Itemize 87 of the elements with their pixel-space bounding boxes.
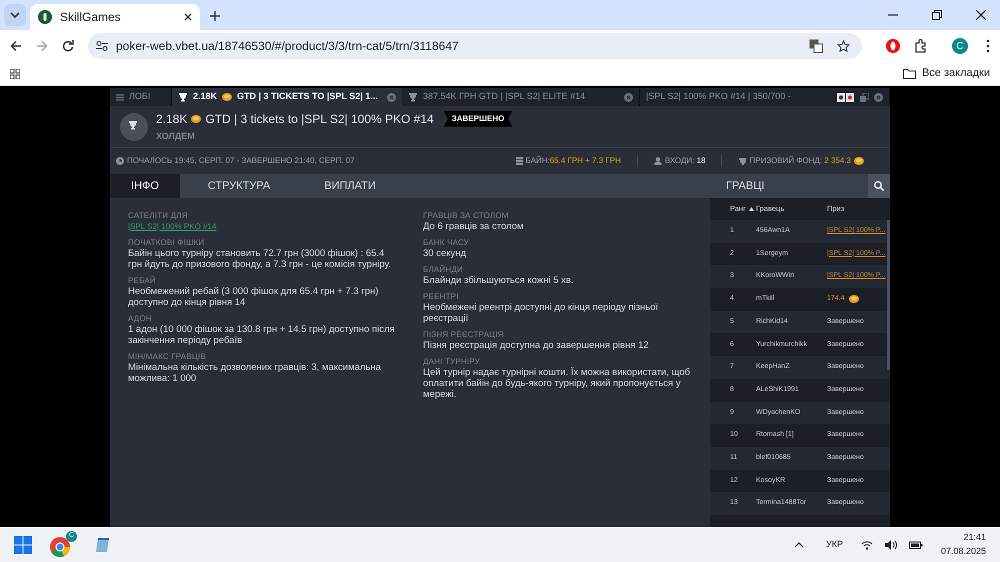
wifi-icon[interactable]: [860, 540, 873, 550]
buyin-text: БАЙН:65.4 ГРН + 7.3 ГРН: [526, 155, 621, 167]
info-label: ПІЗНЯ РЕЄСТРАЦІЯ: [423, 329, 505, 340]
chrome-icon: [50, 536, 70, 556]
info-value: Байін цього турніру становить 72.7 грн (3000 фішок) : 65.4 грн йдуть до призового фонду, а 7.3 грн - це комісія турніру.: [128, 248, 392, 270]
game-tab[interactable]: 2.18K GTD | 3 TICKETS TO |SPL S2| 1...: [172, 88, 402, 106]
language-indicator[interactable]: УКР: [826, 538, 843, 552]
trophy-icon: [178, 92, 188, 102]
info-label: САТЕЛІТИ ДЛЯ: [128, 210, 189, 221]
prize-amount: 2.18K: [156, 110, 188, 128]
opera-icon[interactable]: [886, 39, 900, 53]
prize-pool-text: ПРИЗОВИЙ ФОНД: 2 354.3: [749, 155, 851, 167]
info-value: 1 адон (10 000 фішок за 130.8 грн + 14.5 грн) доступно після закінчення періоду ребаїв: [128, 324, 396, 346]
section-tab[interactable]: ІНФО: [110, 174, 180, 198]
info-value: До 6 гравців за столом: [423, 221, 525, 232]
favicon-icon: [38, 10, 52, 24]
info-label: АДОН: [128, 313, 153, 324]
tournament-title: GTD | 3 tickets to |SPL S2| 100% PKO #14: [205, 110, 434, 128]
scrollbar-thumb[interactable]: [887, 220, 890, 370]
clock-icon: [116, 157, 124, 165]
search-button[interactable]: [868, 174, 890, 198]
profile-avatar[interactable]: C: [952, 38, 968, 54]
back-icon[interactable]: [10, 40, 22, 52]
chevron-down-icon: [10, 12, 20, 18]
game-type: ХОЛДЕМ: [156, 130, 196, 143]
info-label: ГРАВЦІВ ЗА СТОЛОМ: [423, 210, 510, 221]
game-tab[interactable]: 387.54K ГРН GTD | |SPL S2| ELITE #14: [402, 88, 640, 106]
game-tab[interactable]: |SPL S2| 100% PKO #14 | 350/700 -: [640, 88, 890, 106]
info-label: РЕБАЙ: [128, 275, 157, 286]
info-value: Необмежені реентрі доступні до кінця періоду пізньої реєстрації: [423, 302, 660, 324]
all-bookmarks-link[interactable]: Все закладки: [922, 65, 990, 82]
section-tab[interactable]: ВИПЛАТИ: [298, 174, 402, 198]
info-value: Мінімальна кількість дозволених гравців: 3, максимальна можлива: 1 000: [128, 362, 382, 384]
notepad-icon[interactable]: [95, 536, 111, 554]
info-value: 30 секунд: [423, 248, 468, 259]
folder-icon[interactable]: [902, 68, 916, 78]
star-icon[interactable]: [837, 40, 850, 52]
chip-icon: [222, 93, 232, 101]
satellite-link[interactable]: |SPL S2| 100% PKO #14: [128, 221, 216, 232]
extensions-icon[interactable]: [914, 39, 928, 53]
tab-search-button[interactable]: [4, 4, 26, 26]
info-label: БАНК ЧАСУ: [423, 237, 470, 248]
windows-icon[interactable]: [14, 536, 32, 554]
game-tab[interactable]: ЛОБІ: [110, 88, 172, 106]
address-bar[interactable]: poker-web.vbet.ua/18746530/#/product/3/3/trn-cat/5/trn/3118647: [88, 33, 862, 59]
trophy-icon: [738, 157, 746, 165]
section-tab[interactable]: СТРУКТУРА: [180, 174, 298, 198]
info-label: ДАНІ ТУРНІРУ: [423, 356, 481, 367]
info-label: МІН/МАКС ГРАВЦІВ: [128, 351, 207, 362]
chip-icon: [191, 114, 202, 123]
restore-icon[interactable]: [932, 10, 942, 20]
info-value: Блайнди збільшуються кожні 5 хв.: [423, 275, 575, 286]
site-settings-icon[interactable]: [96, 41, 108, 51]
user-icon: [654, 157, 662, 165]
chip-icon: [854, 157, 864, 165]
search-icon: [874, 181, 884, 191]
coins-icon: [516, 157, 523, 165]
players-heading: ГРАВЦІ: [725, 178, 766, 194]
sort-up-icon: [748, 207, 754, 211]
info-value: Необмежений ребай (3 000 фішок для 65.4 грн + 7.3 грн) доступно до кінця рівня 14: [128, 286, 380, 308]
cards-icon: [837, 92, 855, 102]
url-text: poker-web.vbet.ua/18746530/#/product/3/3/trn-cat/5/trn/3118647: [116, 38, 460, 55]
window-icon[interactable]: [860, 92, 869, 102]
chevron-up-icon[interactable]: [794, 542, 804, 548]
info-label: ПОЧАТКОВІ ФІШКИ: [128, 237, 206, 248]
clock[interactable]: 21:41 07.08.2025: [940, 531, 986, 558]
info-label: РЕЕНТРІ: [423, 291, 460, 302]
status-badge: ЗАВЕРШЕНО: [444, 110, 512, 127]
entries-text: ВХОДИ: 18: [664, 155, 706, 167]
list-icon: [116, 94, 124, 100]
browser-tab[interactable]: SkillGames: [30, 4, 200, 30]
close-icon[interactable]: [976, 10, 986, 20]
tab-title: SkillGames: [60, 9, 122, 26]
time-text: ПОЧАЛОСЬ 19:45, СЕРП. 07 - ЗАВЕРШЕНО 21:40, СЕРП. 07: [127, 155, 355, 167]
info-value: Пізня реєстрація доступна до завершення рівня 12: [423, 340, 650, 351]
apps-icon[interactable]: [10, 68, 20, 78]
volume-icon[interactable]: [884, 540, 897, 550]
battery-icon[interactable]: [908, 540, 923, 549]
close-icon[interactable]: [184, 13, 192, 21]
reload-icon[interactable]: [62, 40, 74, 52]
chip-icon: [848, 295, 859, 304]
info-value: Цей турнір надає турнірні кошти. Їх можна використати, щоб оплатити байін до будь-якого турніру, який пропонується у мережі.: [423, 367, 692, 400]
info-label: БЛАЙНДИ: [423, 264, 464, 275]
new-tab-icon[interactable]: [210, 11, 220, 21]
more-icon[interactable]: [986, 39, 990, 53]
trophy-icon: [408, 92, 418, 102]
translate-icon[interactable]: [809, 39, 823, 53]
